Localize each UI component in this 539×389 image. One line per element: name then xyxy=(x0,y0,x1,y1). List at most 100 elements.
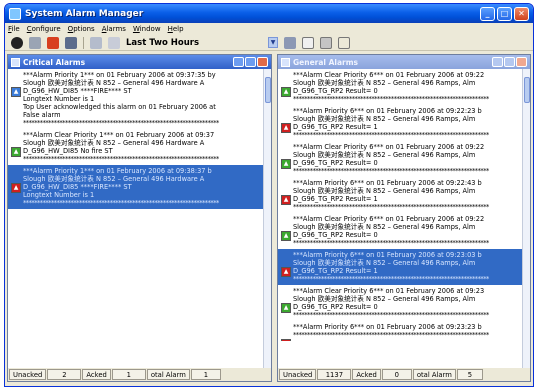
alarm-bell-icon[interactable] xyxy=(47,36,59,49)
alarm-separator: ****************************************… xyxy=(293,239,489,247)
menu-configure[interactable]: Configure xyxy=(27,25,61,33)
alarm-text-line: Slough 欧美对象统计表 N 852 – General 496 Ramps… xyxy=(293,79,476,87)
alarm-severity-icon: ▲ xyxy=(11,147,21,157)
layout-icon[interactable] xyxy=(284,36,296,49)
alarm-separator: ****************************************… xyxy=(23,199,219,207)
pane-icon xyxy=(281,57,290,67)
toolbar-separator xyxy=(83,36,84,49)
alarm-text-line: Slough 欧美对象统计表 N 852 – General 496 Hardw… xyxy=(23,139,205,147)
alarm-text-line: Slough 欧美对象统计表 N 852 – General 496 Hardw… xyxy=(23,79,205,87)
grid-icon[interactable] xyxy=(65,36,77,49)
copy-icon[interactable] xyxy=(90,36,102,49)
menu-options[interactable]: Options xyxy=(68,25,95,33)
alarm-severity-icon: ▲ xyxy=(281,267,291,277)
alarm-text-line: ***Alarm Clear Priority 1*** on 01 Febru… xyxy=(23,131,215,139)
alarm-entry[interactable]: ▲***Alarm Priority 6*** on 01 February 2… xyxy=(278,105,522,141)
alarm-text-line: D_G96_TG_RP2 Result= 1 xyxy=(293,267,378,275)
pane-minimize-button[interactable] xyxy=(233,57,244,67)
total-alarm-count: 1 xyxy=(190,369,221,380)
alarm-entry[interactable]: ▲ ***Alarm Priority 1*** on 01 February 2… xyxy=(8,165,263,209)
record-icon[interactable] xyxy=(11,36,23,49)
window-title: System Alarm Manager xyxy=(25,8,144,19)
critical-scrollbar[interactable] xyxy=(263,69,271,368)
title-bar[interactable]: System Alarm Manager _ □ ✕ xyxy=(5,4,533,23)
alarm-text-line: Slough 欧美对象统计表 N 852 – General 496 Ramps… xyxy=(293,295,476,303)
close-button[interactable]: ✕ xyxy=(514,6,529,21)
alarm-severity-icon: ▲ xyxy=(11,87,21,97)
alarm-text-line: ***Alarm Priority 6*** on 01 February 20… xyxy=(293,179,482,187)
menu-bar: File Configure Options Alarms Window Hel… xyxy=(5,23,533,35)
alarm-entry[interactable]: ▲***Alarm Priority 6*** on 01 February 2… xyxy=(278,177,522,213)
print-icon[interactable] xyxy=(320,36,332,49)
menu-file[interactable]: File xyxy=(8,25,20,33)
alarm-text-line: D_G96_HW_DI85 No fire ST xyxy=(23,147,113,155)
menu-help[interactable]: Help xyxy=(168,25,184,33)
alarm-text-line: Longtext Number is 1 xyxy=(23,191,95,199)
alarm-separator: ****************************************… xyxy=(23,155,219,163)
alarm-severity-icon: ▲ xyxy=(281,195,291,205)
alarm-text-line: ***Alarm Clear Priority 6*** on 01 Febru… xyxy=(293,143,485,151)
critical-alarms-title: Critical Alarms xyxy=(23,57,86,67)
critical-alarms-pane: Critical Alarms ▲ ***Alarm Priority 1*** … xyxy=(7,54,272,382)
minimize-button[interactable]: _ xyxy=(480,6,495,21)
total-alarm-count: 5 xyxy=(456,369,483,380)
alarm-severity-icon: ▲ xyxy=(281,303,291,313)
general-alarm-list[interactable]: ▲ ***Alarm Clear Priority 6*** on 01 Febr… xyxy=(278,69,522,368)
alarm-text-line: Slough 欧美对象统计表 N 852 – General 496 Hardw… xyxy=(23,175,205,183)
alarm-entry[interactable]: ▲ ***Alarm Clear Priority 6*** on 01 Febr… xyxy=(278,213,522,249)
pane-close-button[interactable] xyxy=(516,57,527,67)
pane-maximize-button[interactable] xyxy=(504,57,515,67)
alarm-text-line: False alarm xyxy=(23,111,61,119)
alarm-text-line: ***Alarm Clear Priority 6*** on 01 Febru… xyxy=(293,71,485,79)
menu-alarms[interactable]: Alarms xyxy=(102,25,126,33)
critical-status-bar: Unacked 2 Acked 1 otal Alarm 1 xyxy=(8,368,271,381)
menu-window[interactable]: Window xyxy=(133,25,161,33)
alarm-separator: ****************************************… xyxy=(293,95,489,103)
alarm-text-line: ***Alarm Priority 1*** on 01 February 20… xyxy=(23,167,212,175)
alarm-entry[interactable]: ▲ ***Alarm Clear Priority 6*** on 01 Febr… xyxy=(278,69,522,105)
alarm-entry[interactable]: ▲***Alarm Priority 6*** on 01 February 2… xyxy=(278,321,522,341)
alarm-severity-icon: ▲ xyxy=(281,87,291,97)
pane-close-button[interactable] xyxy=(257,57,268,67)
alarm-severity-icon: ▲ xyxy=(281,339,291,341)
maximize-button[interactable]: □ xyxy=(497,6,512,21)
unacked-count: 2 xyxy=(47,369,82,380)
alarm-severity-icon: ▲ xyxy=(281,159,291,169)
alarm-text-line: Slough 欧美对象统计表 N 852 – General 496 Ramps… xyxy=(293,115,476,123)
alarm-text-line: Slough 欧美对象统计表 N 852 – General 496 Ramps… xyxy=(293,223,476,231)
refresh-icon[interactable] xyxy=(108,36,120,49)
alarm-separator: ****************************************… xyxy=(293,331,489,339)
pane-maximize-button[interactable] xyxy=(245,57,256,67)
critical-alarm-list[interactable]: ▲ ***Alarm Priority 1*** on 01 February 2… xyxy=(8,69,263,368)
alarm-entry[interactable]: ▲ ***Alarm Clear Priority 1*** on 01 Febr… xyxy=(8,129,263,165)
time-filter-dropdown[interactable]: Last Two Hours ▼ xyxy=(126,36,278,49)
scroll-thumb[interactable] xyxy=(524,77,530,103)
acked-count: 0 xyxy=(381,369,412,380)
alarm-text-line: D_G96_TG_RP2 Result= 1 xyxy=(293,195,378,203)
total-alarm-label: otal Alarm xyxy=(146,369,190,380)
document-icon[interactable] xyxy=(302,36,314,49)
alarm-entry[interactable]: ▲ ***Alarm Priority 1*** on 01 February 2… xyxy=(8,69,263,129)
alarm-text-line: D_G96_HW_DI85 ****FIRE**** ST xyxy=(23,183,132,191)
alarm-entry[interactable]: ▲***Alarm Priority 6*** on 01 February 2… xyxy=(278,249,522,285)
general-alarms-titlebar[interactable]: General Alarms xyxy=(278,55,530,69)
alarm-separator: ****************************************… xyxy=(293,167,489,175)
alarm-entry[interactable]: ▲ ***Alarm Clear Priority 6*** on 01 Febr… xyxy=(278,285,522,321)
tile-icon[interactable] xyxy=(29,36,41,49)
alarm-entry[interactable]: ▲ ***Alarm Clear Priority 6*** on 01 Febr… xyxy=(278,141,522,177)
app-icon xyxy=(9,7,21,20)
help-icon[interactable] xyxy=(338,36,350,49)
app-window: System Alarm Manager _ □ ✕ File Configur… xyxy=(4,3,534,387)
acked-count: 1 xyxy=(111,369,146,380)
acked-label: Acked xyxy=(352,369,381,380)
alarm-text-line: D_G96_TG_RP2 Result= 1 xyxy=(293,123,378,131)
scroll-thumb[interactable] xyxy=(265,77,271,103)
alarm-text-line: D_G96_TG_RP2 Result= 0 xyxy=(293,159,378,167)
alarm-text-line: ***Alarm Priority 6*** on 01 February 20… xyxy=(293,107,482,115)
critical-alarms-titlebar[interactable]: Critical Alarms xyxy=(8,55,271,69)
alarm-text-line: D_G96_HW_DI85 ****FIRE**** ST xyxy=(23,87,132,95)
chevron-down-icon[interactable]: ▼ xyxy=(268,37,278,48)
pane-minimize-button[interactable] xyxy=(492,57,503,67)
general-scrollbar[interactable] xyxy=(522,69,530,368)
unacked-label: Unacked xyxy=(279,369,317,380)
